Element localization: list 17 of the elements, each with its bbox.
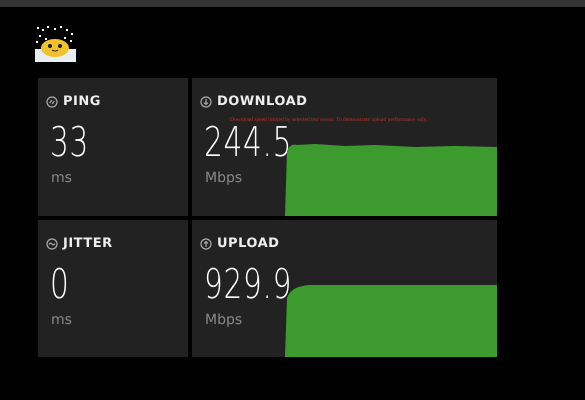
gauge-icon xyxy=(46,96,58,108)
download-icon xyxy=(200,96,212,108)
metric-value: 33 xyxy=(50,122,89,163)
metric-label: UPLOAD xyxy=(217,237,280,250)
upload-icon xyxy=(200,238,212,250)
wave-icon xyxy=(46,238,58,250)
metric-unit: Mbps xyxy=(205,171,244,185)
metric-unit: ms xyxy=(51,313,73,327)
metric-unit: ms xyxy=(51,171,73,185)
metric-unit: Mbps xyxy=(205,313,244,327)
metric-label: DOWNLOAD xyxy=(217,95,308,108)
metric-value: 244.5 xyxy=(204,122,292,163)
metric-label: PING xyxy=(63,95,101,108)
metric-label: JITTER xyxy=(63,237,113,250)
logo-icon xyxy=(35,25,76,62)
metric-value: 0 xyxy=(50,264,70,305)
metric-value: 929.9 xyxy=(204,264,292,305)
